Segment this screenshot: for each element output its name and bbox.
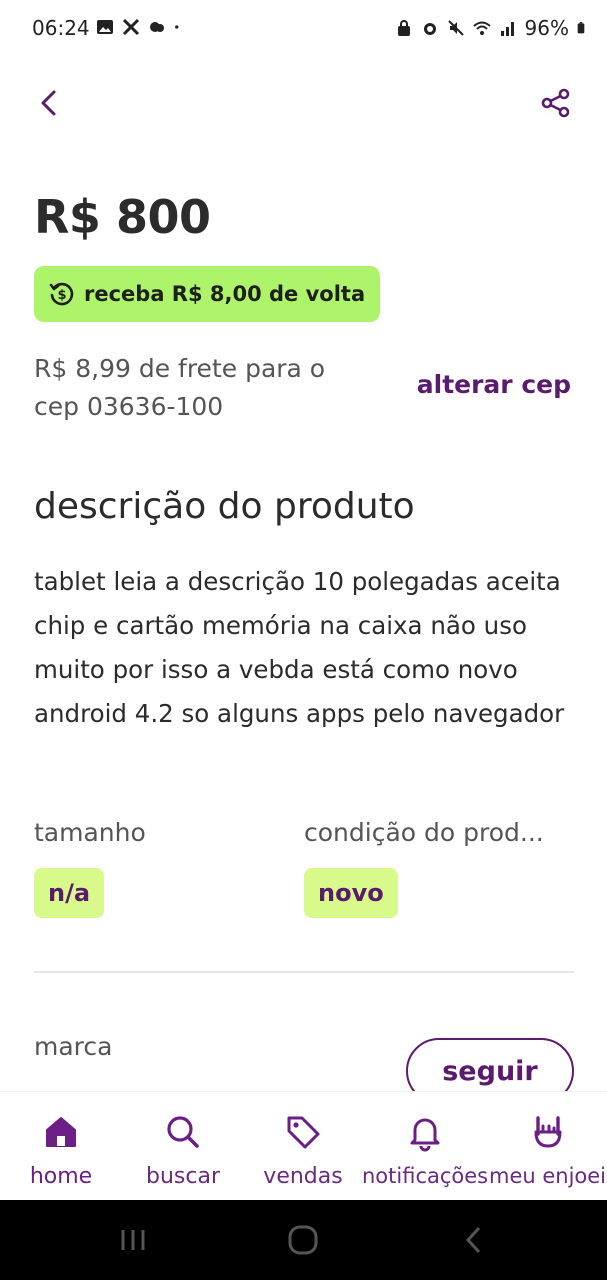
status-system-icons: 96% [395,16,589,40]
cashback-icon: $ [49,282,74,306]
chevron-left-icon [41,90,56,116]
nav-label-my-enjoei: meu enjoei [488,1164,607,1188]
back-button[interactable] [30,84,70,124]
battery-percent: 96% [524,16,569,40]
back-system-icon[interactable] [454,1220,494,1260]
nav-item-notifications[interactable]: notificações [362,1092,488,1201]
cashback-label: receba R$ 8,00 de volta [84,282,366,306]
product-price: R$ 800 [34,190,211,244]
signal-icon [500,22,514,36]
battery-icon [577,22,585,34]
dot-icon [175,25,179,29]
recent-apps-icon[interactable] [113,1220,153,1260]
section-divider [34,971,574,973]
x-app-icon [122,18,140,36]
description-body: tablet leia a descrição 10 polegadas ace… [34,567,565,728]
nav-label-sales: vendas [263,1164,343,1189]
svg-text:$: $ [57,288,66,303]
attribute-chip-condition: novo [304,868,398,918]
bottom-navigation: home buscar vendas notificações meu enjo… [0,1091,607,1200]
gallery-icon [97,20,113,34]
nav-item-search[interactable]: buscar [122,1092,244,1201]
shipping-info: R$ 8,99 de frete para o cep 03636-100 [34,354,326,421]
status-bar: 06:24 96% [0,0,607,58]
brand-label: marca [34,1032,113,1061]
share-icon [541,88,570,118]
system-navigation-bar [0,1200,607,1280]
share-button[interactable] [536,84,576,124]
wifi-icon [472,21,491,35]
nav-label-search: buscar [146,1164,220,1189]
description-title: descrição do produto [34,486,415,527]
attribute-label-condition: condição do prod... [304,818,544,847]
search-icon [167,1116,199,1148]
status-notification-icons [96,18,184,36]
nav-label-home: home [29,1164,93,1189]
lock-icon [397,20,410,36]
bell-icon [410,1118,440,1152]
change-cep-link[interactable]: alterar cep [417,370,571,399]
nav-label-notifications: notificações [362,1164,489,1188]
tag-icon [287,1116,320,1149]
cashback-badge: $ receba R$ 8,00 de volta [34,266,380,322]
home-icon [46,1117,76,1147]
attribute-label-size: tamanho [34,818,146,847]
home-system-icon[interactable] [283,1220,323,1260]
attribute-chip-size: n/a [34,868,105,918]
nav-item-sales[interactable]: vendas [244,1092,362,1201]
alarm-icon [423,23,436,35]
cloud-icon [150,22,164,32]
status-time: 06:24 [32,16,90,40]
mute-icon [447,20,464,36]
nav-item-my-enjoei[interactable]: meu enjoei [488,1092,607,1201]
nav-item-home[interactable]: home [0,1092,122,1201]
rock-hand-icon [534,1116,561,1148]
